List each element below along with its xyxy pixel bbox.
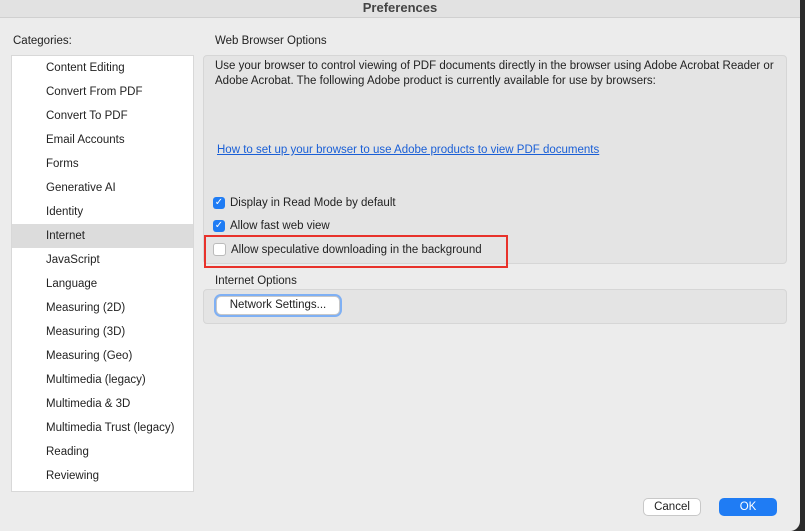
category-item[interactable]: Multimedia Trust (legacy) — [12, 416, 193, 440]
internet-options-heading: Internet Options — [215, 275, 297, 287]
category-item[interactable]: Forms — [12, 152, 193, 176]
highlight-box — [204, 235, 508, 268]
categories-label: Categories: — [13, 35, 72, 47]
category-item[interactable]: Multimedia (legacy) — [12, 368, 193, 392]
fast-web-view-checkbox[interactable]: ✓ Allow fast web view — [213, 220, 330, 232]
category-item[interactable]: Generative AI — [12, 176, 193, 200]
categories-list: Content Editing Convert From PDF Convert T… — [11, 55, 194, 492]
window-title: Preferences — [0, 0, 800, 18]
read-mode-checkbox[interactable]: ✓ Display in Read Mode by default — [213, 197, 396, 209]
category-item[interactable]: Reading — [12, 440, 193, 464]
web-browser-options-heading: Web Browser Options — [215, 35, 327, 47]
preferences-window: Preferences Categories: Content Editing C… — [0, 0, 800, 531]
fast-web-view-label: Allow fast web view — [230, 220, 330, 232]
web-description: Use your browser to control viewing of P… — [215, 60, 774, 87]
network-settings-button[interactable]: Network Settings... — [216, 296, 340, 315]
web-browser-options-group: Use your browser to control viewing of P… — [203, 55, 787, 264]
category-item[interactable]: Measuring (2D) — [12, 296, 193, 320]
category-item[interactable]: Reviewing — [12, 464, 193, 488]
category-item[interactable]: Measuring (Geo) — [12, 344, 193, 368]
category-item[interactable]: Internet — [12, 224, 193, 248]
category-item[interactable]: JavaScript — [12, 248, 193, 272]
category-item[interactable]: Email Accounts — [12, 128, 193, 152]
read-mode-label: Display in Read Mode by default — [230, 197, 396, 209]
category-item[interactable]: Convert To PDF — [12, 104, 193, 128]
category-item[interactable]: Language — [12, 272, 193, 296]
checkmark-icon: ✓ — [213, 220, 225, 232]
category-item[interactable]: Identity — [12, 200, 193, 224]
category-item[interactable]: Multimedia & 3D — [12, 392, 193, 416]
ok-button[interactable]: OK — [719, 498, 777, 516]
browser-setup-help-link[interactable]: How to set up your browser to use Adobe … — [217, 144, 599, 156]
category-item[interactable]: Measuring (3D) — [12, 320, 193, 344]
cancel-button[interactable]: Cancel — [643, 498, 701, 516]
category-item[interactable]: Convert From PDF — [12, 80, 193, 104]
checkmark-icon: ✓ — [213, 197, 225, 209]
category-item[interactable]: Content Editing — [12, 56, 193, 80]
